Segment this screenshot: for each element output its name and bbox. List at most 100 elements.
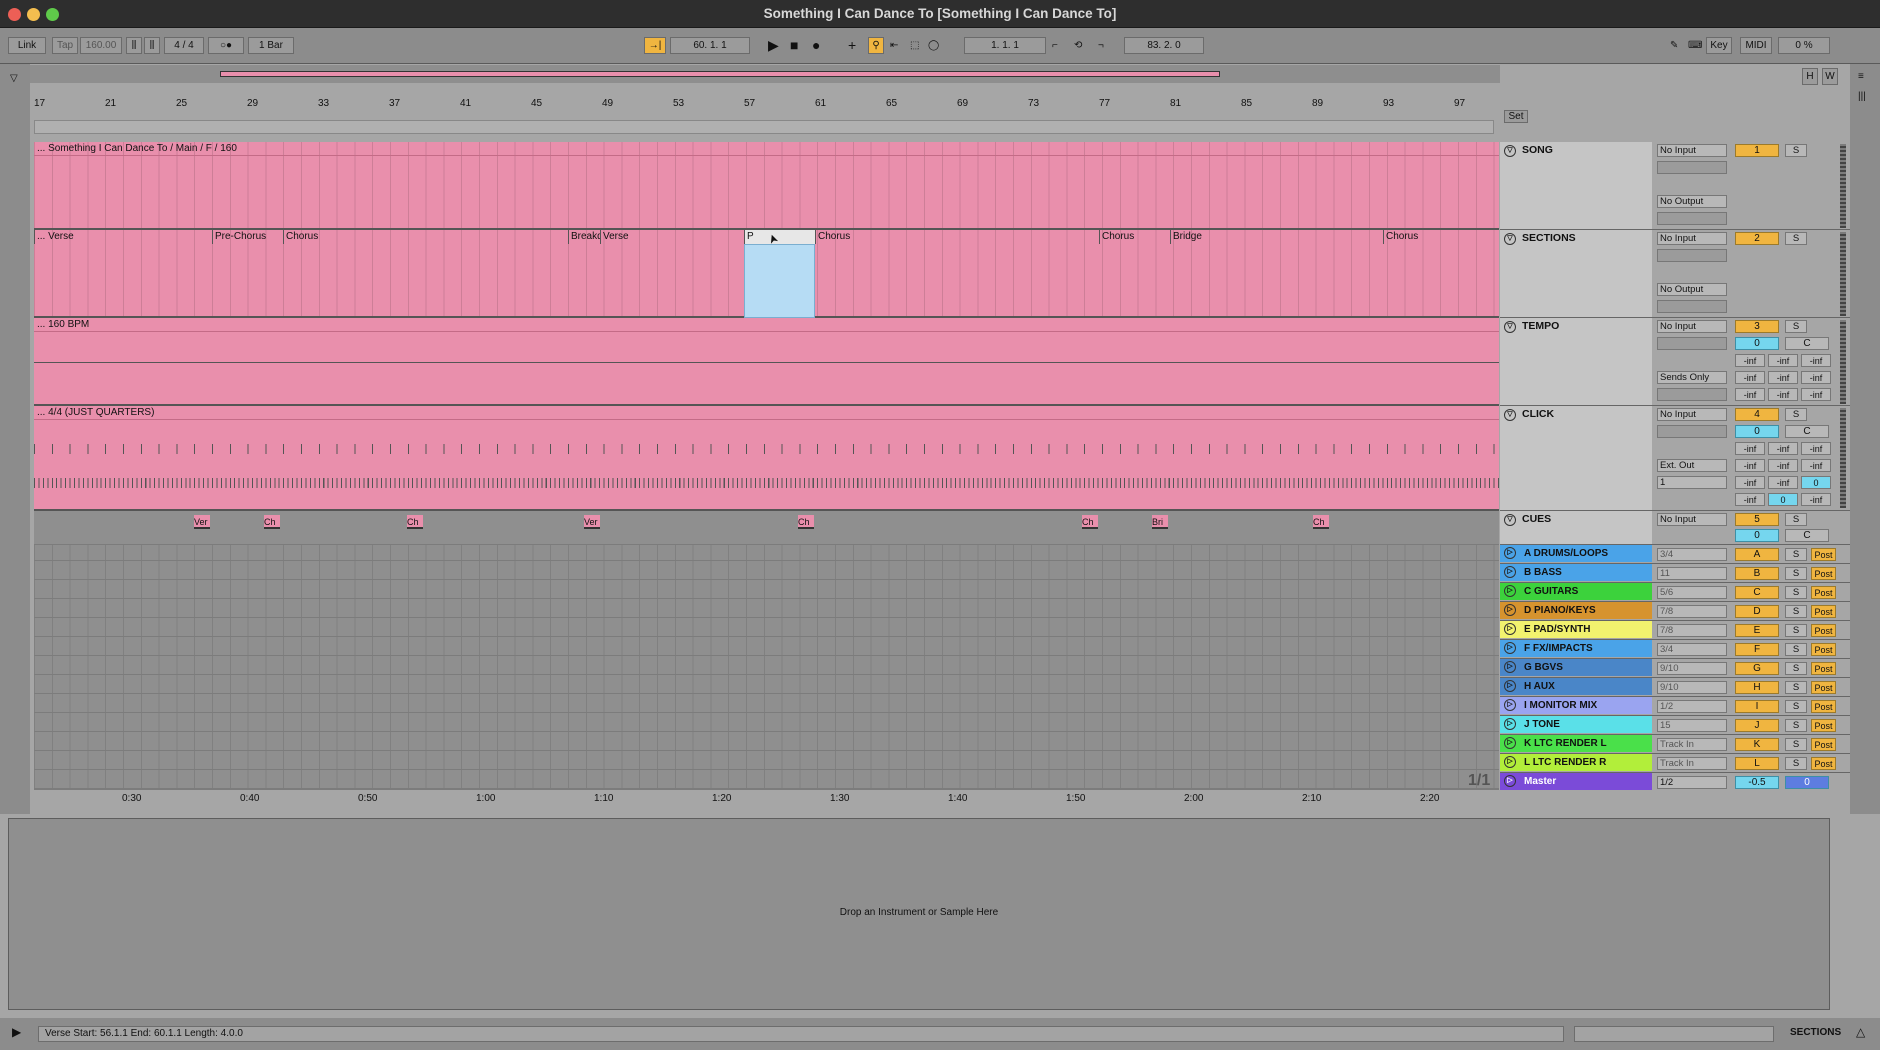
device-view[interactable]: Drop an Instrument or Sample Here [8,818,1830,1010]
cue-clip[interactable]: Ch [407,515,423,529]
solo-button[interactable]: S [1785,624,1807,637]
time-selection[interactable] [744,244,815,318]
send-d-field[interactable]: -inf [1735,371,1765,384]
track-activator[interactable]: F [1735,643,1779,656]
empty-lanes[interactable] [34,545,1499,790]
time-ruler[interactable]: 0:30 0:40 0:50 1:00 1:10 1:20 1:30 1:40 1:50 2:00… [34,792,1499,806]
solo-button[interactable]: S [1785,320,1807,333]
cue-clip[interactable]: Ch [798,515,814,529]
master-volume-field[interactable]: -0.5 [1735,776,1779,789]
solo-button[interactable]: S [1785,681,1807,694]
send-d-field[interactable]: -inf [1735,459,1765,472]
menu-icon[interactable]: ≡ [1858,68,1864,85]
master-output-select[interactable]: 1/2 [1657,776,1727,789]
audio-input-select[interactable]: No Input [1657,513,1727,526]
section-label[interactable]: Pre-Chorus [212,230,283,244]
post-button[interactable]: Post [1811,700,1836,713]
pan-field[interactable]: C [1785,425,1829,438]
track-activator[interactable]: E [1735,624,1779,637]
fold-icon[interactable]: ▷ [1504,585,1516,597]
send-b-field[interactable]: -inf [1768,442,1798,455]
nudge-down-icon[interactable]: ⫼ [126,37,142,54]
pan-field[interactable]: C [1785,529,1829,542]
solo-button[interactable]: S [1785,144,1807,157]
group-track[interactable]: ▷ B BASS 11 B S Post [1500,564,1850,583]
track-cues[interactable]: ▽ CUES No Input 5 S 0 C [1500,511,1850,545]
group-track[interactable]: ▷ A DRUMS/LOOPS 3/4 A S Post [1500,545,1850,564]
send-e-field[interactable]: -inf [1768,459,1798,472]
fold-icon[interactable]: ▷ [1504,718,1516,730]
output-select[interactable]: 9/10 [1657,681,1727,694]
automation-arm-icon[interactable]: ⚲ [868,37,884,54]
output-select[interactable]: Track In [1657,757,1727,770]
send-i-field[interactable]: -inf [1801,388,1831,401]
input-channel-select[interactable] [1657,161,1727,174]
section-label[interactable]: Breakdown [568,230,600,244]
audio-output-select[interactable]: Sends Only [1657,371,1727,384]
send-h-field[interactable]: -inf [1768,476,1798,489]
post-button[interactable]: Post [1811,662,1836,675]
track-sections[interactable]: ▽ SECTIONS No Input No Output 2 S [1500,230,1850,318]
post-button[interactable]: Post [1811,624,1836,637]
fold-icon[interactable]: ▷ [1504,604,1516,616]
audio-input-select[interactable]: No Input [1657,144,1727,157]
group-track[interactable]: ▷ L LTC RENDER R Track In L S Post [1500,754,1850,773]
solo-button[interactable]: S [1785,232,1807,245]
overview-w-button[interactable]: W [1822,68,1838,85]
audio-input-select[interactable]: No Input [1657,232,1727,245]
fold-icon[interactable]: ▽ [1504,233,1516,245]
track-activator[interactable]: G [1735,662,1779,675]
capture-icon[interactable]: ⬚ [910,37,919,54]
output-select[interactable]: Track In [1657,738,1727,751]
output-select[interactable]: 9/10 [1657,662,1727,675]
solo-button[interactable]: S [1785,738,1807,751]
post-button[interactable]: Post [1811,681,1836,694]
arrangement-view[interactable]: ... Something I Can Dance To / Main / F … [34,142,1499,790]
tempo-field[interactable]: 160.00 [80,37,122,54]
fold-icon[interactable]: ▷ [1504,775,1516,787]
send-g-field[interactable]: -inf [1735,476,1765,489]
loop-length-field[interactable]: 83. 2. 0 [1124,37,1204,54]
send-i-field[interactable]: 0 [1801,476,1831,489]
output-select[interactable]: 7/8 [1657,605,1727,618]
section-label[interactable]: ... Verse [34,230,212,244]
post-button[interactable]: Post [1811,643,1836,656]
sections-lane[interactable]: ... VersePre-ChorusChorusBreakdownVerseP… [34,230,1499,318]
group-track[interactable]: ▷ C GUITARS 5/6 C S Post [1500,583,1850,602]
computer-keyboard-icon[interactable]: ⌨ [1688,37,1702,54]
solo-button[interactable]: S [1785,548,1807,561]
track-master[interactable]: ▷ Master 1/2 -0.5 0 [1500,773,1850,792]
track-activator[interactable]: L [1735,757,1779,770]
volume-field[interactable]: 0 [1735,529,1779,542]
quantize-select[interactable]: 1 Bar [248,37,294,54]
send-h-field[interactable]: -inf [1768,388,1798,401]
track-activator[interactable]: B [1735,567,1779,580]
pan-field[interactable]: C [1785,337,1829,350]
cues-lane[interactable]: Ver Ch Ch Ver Ch Ch Bri Ch [34,511,1499,545]
fold-icon[interactable]: ▷ [1504,699,1516,711]
input-channel-select[interactable] [1657,337,1727,350]
send-c-field[interactable]: -inf [1801,442,1831,455]
send-c-field[interactable]: -inf [1801,354,1831,367]
browser-toggle-icon[interactable]: ▽ [10,70,18,87]
send-b-field[interactable]: -inf [1768,354,1798,367]
send-a-field[interactable]: -inf [1735,442,1765,455]
track-song[interactable]: ▽ SONG No Input No Output 1 S [1500,142,1850,230]
cue-clip[interactable]: Ver [194,515,210,529]
audio-output-select[interactable]: No Output [1657,195,1727,208]
fold-icon[interactable]: ▷ [1504,566,1516,578]
output-channel-select[interactable] [1657,388,1727,401]
mixer-toggle-icon[interactable]: ||| [1858,88,1866,105]
fold-icon[interactable]: ▽ [1504,321,1516,333]
loop-start-field[interactable]: 1. 1. 1 [964,37,1046,54]
arrangement-overview[interactable] [30,65,1500,83]
send-f-field[interactable]: -inf [1801,459,1831,472]
overview-h-button[interactable]: H [1802,68,1818,85]
solo-button[interactable]: S [1785,408,1807,421]
output-select[interactable]: 3/4 [1657,643,1727,656]
audio-input-select[interactable]: No Input [1657,408,1727,421]
group-track[interactable]: ▷ G BGVS 9/10 G S Post [1500,659,1850,678]
draw-mode-icon[interactable]: ✎ [1670,37,1678,54]
section-label[interactable]: Verse [600,230,744,244]
back-to-arrangement-icon[interactable]: ⇤ [890,37,898,54]
